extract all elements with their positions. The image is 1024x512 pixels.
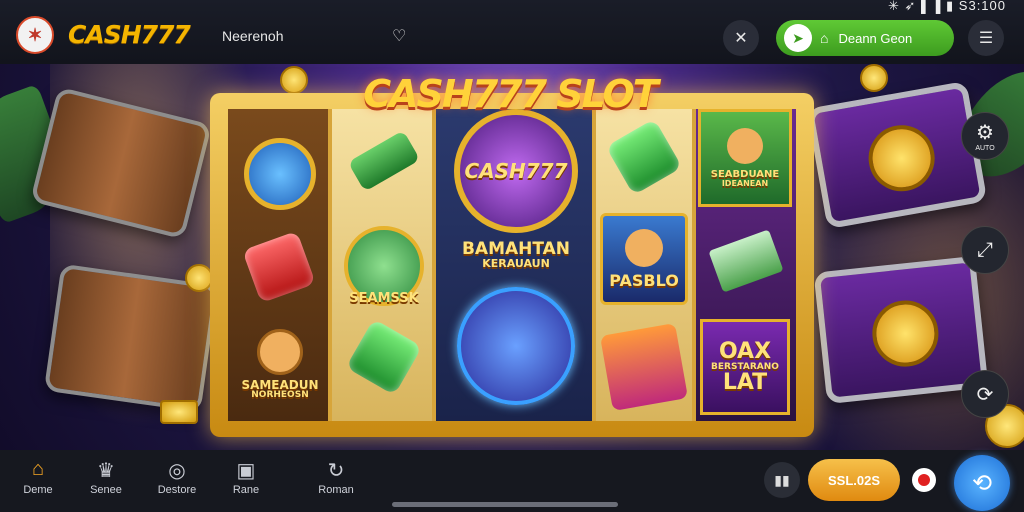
spin-button[interactable]: ⟲ (954, 455, 1010, 511)
tab-label: Rane (232, 484, 260, 496)
reel1-character-sublabel: NORHEOSN (251, 389, 309, 400)
search-icon: ◎ (168, 460, 186, 482)
tab-home[interactable]: ⌂ Deme (3, 458, 73, 496)
reel-1[interactable]: SAMEADUN NORHEOSN (228, 109, 332, 421)
character-symbol: SEAMSSK (338, 219, 430, 311)
arrow-icon: ➤ (784, 24, 812, 52)
game-scene: SAMEADUN NORHEOSN SEAMSSK CASH777 BAMAHT… (0, 64, 1024, 450)
reel4-character-label: PASBLO (609, 271, 679, 290)
coin-icon (160, 400, 198, 424)
dial-icon (863, 120, 940, 197)
bonus-symbol: OAX BERSTARANO LAT (700, 319, 790, 415)
reel2-character-label: SEAMSSK (349, 290, 419, 306)
heart-icon[interactable]: ♡ (392, 26, 406, 46)
slot-machine-frame: SAMEADUN NORHEOSN SEAMSSK CASH777 BAMAHT… (210, 93, 814, 437)
slot-logo-icon[interactable]: ✶ (16, 16, 54, 54)
center-banner-sub: KERAUAUN (482, 257, 550, 270)
gear-icon: ⚙ (976, 122, 994, 144)
chest-decoration (813, 255, 989, 405)
dial-icon (869, 297, 942, 370)
emerald-symbol (345, 318, 423, 396)
stopwatch-symbol (242, 129, 318, 219)
ruby-symbol (242, 230, 316, 304)
character-symbol: PASBLO (600, 213, 688, 305)
tab-label: Destore (157, 484, 197, 496)
home-indicator (392, 502, 618, 507)
status-bar: ✳ ➶ ▌▐ ▮ S3:100 (887, 0, 1006, 13)
chart-icon[interactable]: ⤢ (961, 226, 1009, 274)
cash-stack-symbol (708, 225, 784, 297)
refresh-icon[interactable]: ⟳ (961, 370, 1009, 418)
settings-button[interactable]: ⚙ AUTO (961, 112, 1009, 160)
nav-text[interactable]: Neerenoh (222, 28, 284, 44)
coin-icon (860, 64, 888, 92)
spin-icon: ⟲ (971, 469, 993, 497)
tab-label: Senee (90, 484, 122, 496)
chart-box-icon: ▣ (236, 460, 256, 482)
reel-3[interactable]: CASH777 BAMAHTAN KERAUAUN (436, 109, 596, 421)
tools-icon[interactable]: ✕ (723, 20, 759, 56)
reel-5[interactable]: SEABDUANE IDEANEAN OAX BERSTARANO LAT (696, 109, 796, 421)
menu-icon[interactable]: ☰ (968, 20, 1004, 56)
settings-label: AUTO (975, 145, 995, 152)
reel-4[interactable]: PASBLO (596, 109, 696, 421)
tab-crown[interactable]: ♛ Senee (71, 458, 141, 496)
center-badge-label: CASH777 (464, 159, 568, 183)
tab-label: Deme (23, 484, 53, 496)
reel1-character-label: SAMEADUN (241, 377, 319, 392)
tab-label: Roman (318, 484, 354, 496)
coin-icon (280, 66, 308, 94)
reel-2[interactable]: SEAMSSK (332, 109, 436, 421)
record-button[interactable] (912, 468, 936, 492)
brand-name: CASH777 (68, 20, 191, 49)
wild-character-symbol (456, 285, 576, 407)
cash777-badge-symbol: CASH777 (450, 109, 582, 233)
badge-icon: ⌂ (820, 30, 829, 46)
home-icon: ⌂ (31, 458, 45, 480)
reel5-character-sublabel: IDEANEAN (721, 179, 769, 188)
reels: SAMEADUN NORHEOSN SEAMSSK CASH777 BAMAHT… (228, 109, 796, 421)
top-bar: ✶ CASH777 Neerenoh ♡ ✳ ➶ ▌▐ ▮ S3:100 ✕ ➤… (0, 0, 1024, 64)
tab-chart-box[interactable]: ▣ Rane (211, 458, 281, 496)
flower-symbol (342, 119, 426, 203)
coin-icon (185, 264, 213, 292)
tab-search[interactable]: ◎ Destore (142, 458, 212, 496)
gift-box-symbol (599, 322, 689, 412)
crown-icon: ♛ (97, 460, 115, 482)
center-banner: BAMAHTAN KERAUAUN (440, 233, 592, 277)
green-action-button[interactable]: ➤ ⌂ Deann Geon (776, 20, 954, 56)
emerald-symbol (605, 118, 683, 196)
history-icon: ↻ (327, 460, 345, 482)
record-dot-icon (918, 474, 930, 486)
game-title: CASH777 SLOT (363, 72, 658, 116)
balance-pill[interactable]: SSL.02S (808, 459, 900, 501)
pause-button[interactable]: ▮▮ (764, 462, 800, 498)
center-banner-main: BAMAHTAN (461, 239, 571, 259)
tab-history[interactable]: ↻ Roman (301, 458, 371, 496)
reel5-bonus-line1: OAX (718, 338, 772, 364)
green-button-label: Deann Geon (838, 30, 913, 46)
reel5-bonus-line3: LAT (722, 369, 768, 395)
character-symbol: SEABDUANE IDEANEAN (698, 109, 792, 207)
character-symbol: SAMEADUN NORHEOSN (230, 319, 330, 409)
